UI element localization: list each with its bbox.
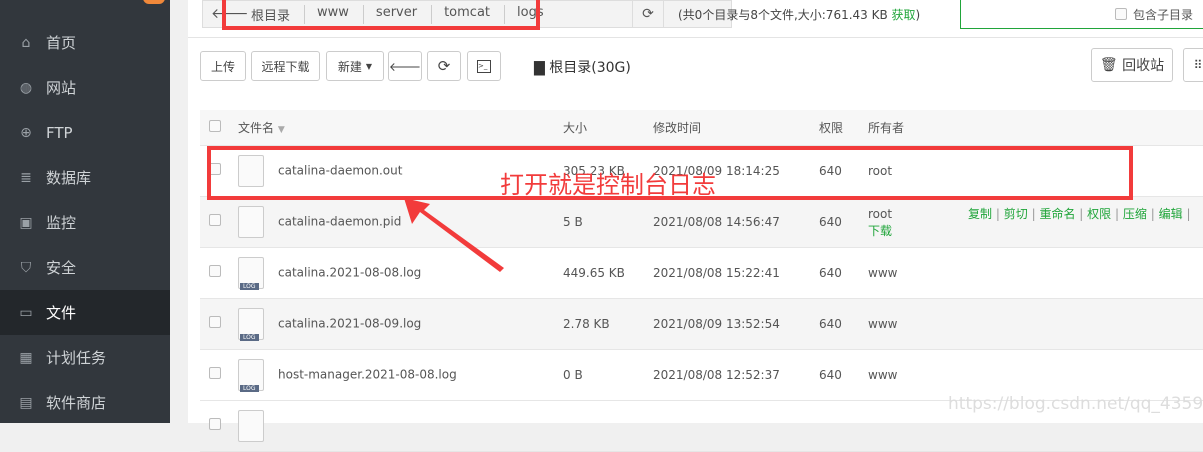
arrow-icon [404, 198, 504, 272]
watermark: https://blog.csdn.net/qq_43592352 [948, 394, 1203, 414]
annotation-arrow [404, 198, 504, 272]
